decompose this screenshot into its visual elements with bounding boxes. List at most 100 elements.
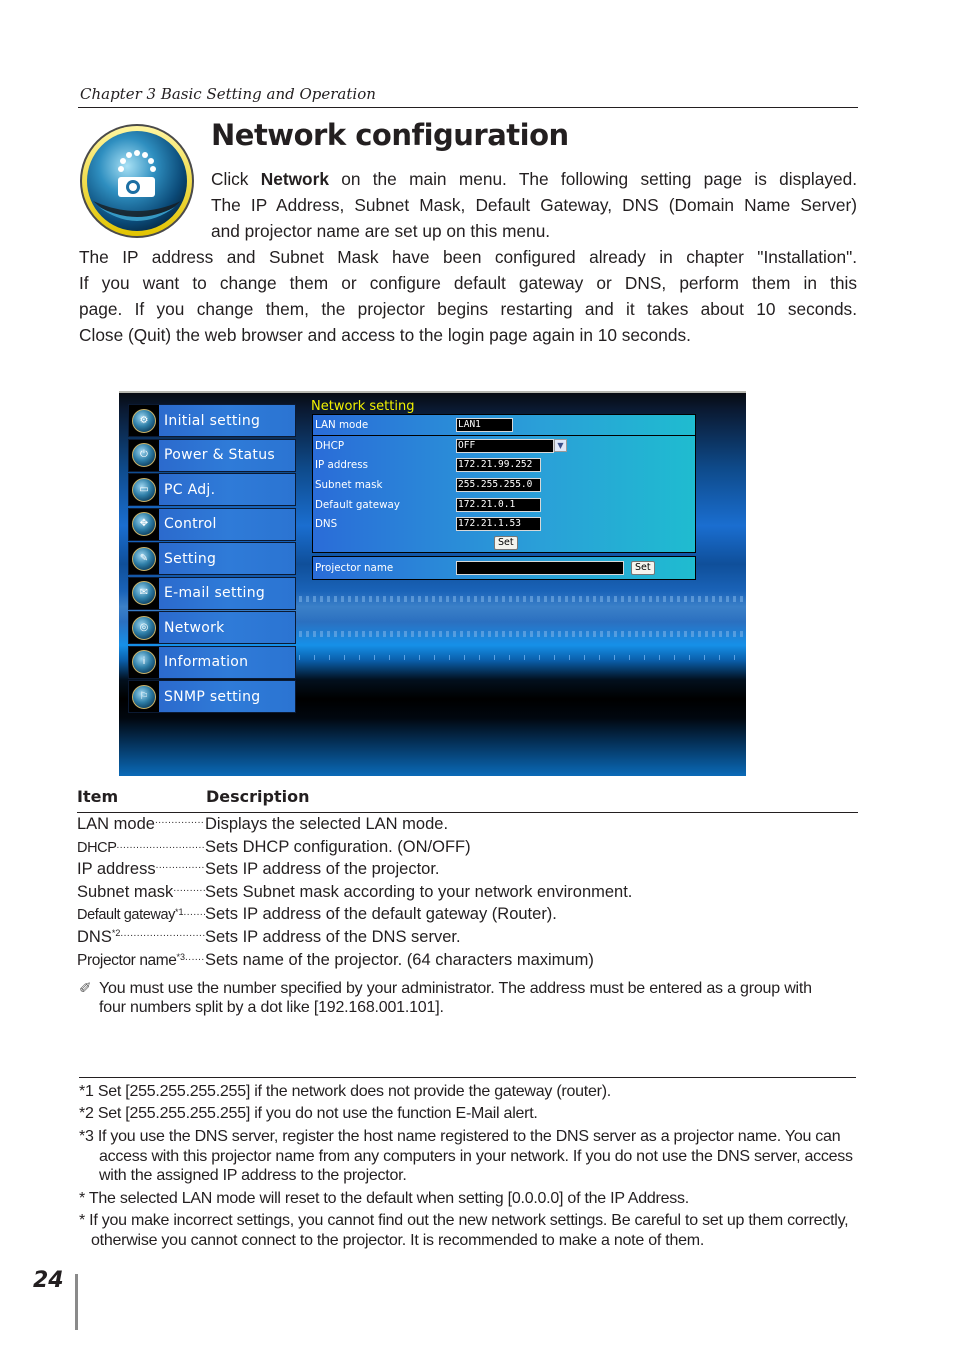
menu-item-label: Setting [164,550,217,567]
item-name: IP address [77,860,156,879]
projector-name-input[interactable] [456,561,624,575]
field-label: LAN mode [315,418,369,431]
main-menu: ⚙ Initial setting ⏻ Power & Status ▭ PC … [128,404,296,715]
dns-row: DNS 172.21.1.53 [313,514,695,534]
table-row: DHCP Sets DHCP configuration. (ON/OFF) [77,838,858,861]
intro-line: The IP Address, Subnet Mask, Default Gat… [211,195,857,215]
panel-title: Network setting [311,399,415,414]
menu-item-email-setting[interactable]: ✉ E-mail setting [128,576,296,610]
menu-item-network[interactable]: ◎ Network [128,611,296,644]
menu-item-power-status[interactable]: ⏻ Power & Status [128,438,296,472]
header-description: Description [206,787,310,806]
item-description: Sets IP address of the projector. [205,860,440,879]
page-number: 24 [33,1268,64,1293]
item-name: DHCP [77,839,117,856]
menu-item-label: Information [164,654,249,670]
field-label: Subnet mask [315,478,383,491]
decorative-band [299,596,746,602]
menu-item-label: Initial setting [164,412,261,429]
field-label: Default gateway [315,498,400,511]
footnotes: *1 Set [255.255.255.255] if the network … [79,1082,859,1253]
field-label: DNS [315,518,338,531]
dhcp-selected-value: OFF [456,438,554,453]
subnet-mask-row: Subnet mask 255.255.255.0 [313,475,695,495]
decorative-band [299,631,746,637]
network-projector-icon [80,124,194,238]
lan-mode-row: LAN mode LAN1 [313,415,695,436]
menu-item-information[interactable]: i Information [128,645,296,679]
header-divider [78,107,858,108]
default-gateway-input[interactable]: 172.21.0.1 [456,497,541,512]
item-description: Sets IP address of the DNS server. [205,927,461,946]
field-label: Projector name [315,562,394,574]
control-pad-icon: ✥ [132,512,156,536]
table-header-rule [77,812,858,813]
dns-input[interactable]: 172.21.1.53 [456,517,541,532]
item-description: Sets Subnet mask according to your netwo… [205,882,633,901]
item-name: Projector name [77,951,177,969]
dhcp-row: DHCP OFF ▼ [313,436,695,456]
footnote-ref: *3 [176,951,186,962]
item-name: Default gateway [77,907,175,924]
ip-address-row: IP address 172.21.99.252 [313,455,695,475]
envelope-icon: ✉ [132,581,156,605]
item-description: Sets DHCP configuration. (ON/OFF) [205,837,471,856]
footnote: *1 Set [255.255.255.255] if the network … [79,1083,611,1100]
network-set-button[interactable]: Set [494,536,518,551]
menu-item-label: SNMP setting [164,688,261,705]
menu-item-setting[interactable]: ✎ Setting [128,542,296,575]
projector-name-panel: Projector name Set [312,556,696,580]
menu-item-label: PC Adj. [164,481,216,498]
lan-mode-value: LAN1 [456,417,513,432]
table-row: Default gateway*1 Sets IP address of the… [77,905,858,928]
snmp-icon: ⚐ [132,684,156,709]
intro-line: The IP address and Subnet Mask have been… [79,247,857,267]
table-header: Item Description [77,787,309,806]
intro-paragraph-2: The IP address and Subnet Mask have been… [79,244,857,348]
note: ✐ You must use the number specified by y… [79,979,839,1017]
wrench-icon: ✎ [132,546,156,571]
footnote: * If you make incorrect settings, you ca… [79,1212,849,1249]
intro-text: on the main menu. The following setting … [328,169,857,189]
item-name: DNS [77,927,112,946]
menu-item-control[interactable]: ✥ Control [128,507,296,541]
item-description: Sets IP address of the default gateway (… [205,905,557,924]
menu-item-snmp-setting[interactable]: ⚐ SNMP setting [128,680,296,713]
chevron-down-icon[interactable]: ▼ [554,439,567,453]
menu-item-label: Control [164,516,217,532]
page-number-bar [75,1274,78,1330]
pencil-icon: ✐ [79,980,92,997]
subnet-mask-input[interactable]: 255.255.255.0 [456,477,541,492]
chapter-header: Chapter 3 Basic Setting and Operation [80,85,376,103]
menu-item-label: Power & Status [164,447,275,463]
footnote: *2 Set [255.255.255.255] if you do not u… [79,1105,538,1123]
decorative-ticks [299,655,746,660]
menu-item-pc-adj[interactable]: ▭ PC Adj. [128,473,296,506]
menu-item-initial-setting[interactable]: ⚙ Initial setting [128,404,296,437]
ip-address-input[interactable]: 172.21.99.252 [456,458,541,473]
item-table: LAN mode Displays the selected LAN mode.… [77,815,858,973]
network-set-row: Set [313,534,695,552]
gear-icon: ⚙ [132,408,156,433]
network-setting-panel: LAN mode LAN1 DHCP OFF ▼ IP address 172.… [312,414,696,554]
projector-name-set-button[interactable]: Set [631,561,655,575]
table-row: Projector name*3 Sets name of the projec… [77,951,858,974]
field-label: DHCP [315,439,345,452]
intro-line: If you want to change them or configure … [79,273,857,293]
item-description: Sets name of the projector. (64 characte… [205,950,594,969]
dhcp-select[interactable]: OFF ▼ [456,438,567,453]
footnote-rule [79,1077,856,1078]
intro-line: and projector name are set up on this me… [211,221,551,241]
table-row: DNS*2 Sets IP address of the DNS server. [77,928,858,951]
footnote-ref: *2 [111,927,121,938]
note-text: You must use the number specified by you… [99,980,812,1016]
intro-line: Close (Quit) the web browser and access … [79,325,691,345]
table-row: IP address Sets IP address of the projec… [77,860,858,883]
intro-paragraph: Click Network on the main menu. The foll… [211,166,857,244]
screenshot-top-border [119,391,746,393]
intro-bold-network: Network [260,169,329,189]
intro-text: Click [211,169,261,189]
table-row: LAN mode Displays the selected LAN mode. [77,815,858,838]
footnote-ref: *1 [174,907,184,918]
item-name: Subnet mask [77,882,174,901]
